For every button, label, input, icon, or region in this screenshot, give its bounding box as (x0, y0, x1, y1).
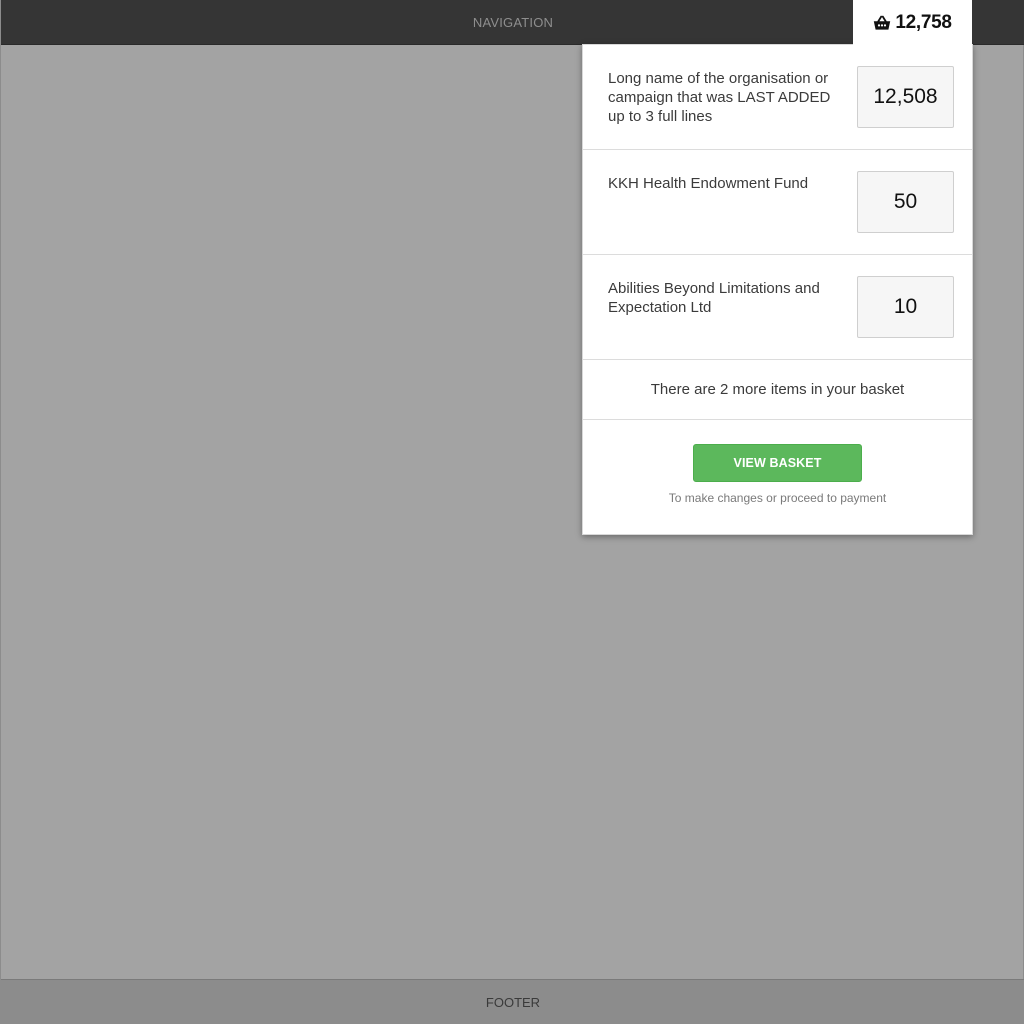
view-basket-hint: To make changes or proceed to payment (668, 491, 887, 505)
basket-actions: VIEW BASKET To make changes or proceed t… (583, 420, 972, 534)
basket-item-amount-input[interactable] (857, 276, 954, 338)
basket-dropdown: Long name of the organisation or campaig… (582, 44, 973, 535)
basket-toggle-button[interactable]: 12,758 (853, 0, 972, 45)
basket-item: Abilities Beyond Limitations and Expecta… (583, 255, 972, 360)
page-footer: FOOTER (1, 979, 1024, 1024)
basket-item-name: KKH Health Endowment Fund (608, 175, 809, 192)
basket-item-amount-input[interactable] (857, 66, 954, 128)
basket-item: KKH Health Endowment Fund (583, 150, 972, 255)
basket-item: Long name of the organisation or campaig… (583, 45, 972, 150)
more-items-notice: There are 2 more items in your basket (583, 360, 972, 420)
view-basket-button[interactable]: VIEW BASKET (693, 444, 862, 482)
basket-item-name: Long name of the organisation or campaig… (608, 70, 831, 125)
basket-item-amount-input[interactable] (857, 171, 954, 233)
basket-item-name: Abilities Beyond Limitations and Expecta… (608, 280, 820, 316)
page: NAVIGATION 12,758 Long name of the organ… (0, 0, 1024, 1024)
footer-label: FOOTER (485, 994, 541, 1010)
basket-icon (873, 15, 891, 31)
basket-total: 12,758 (895, 11, 952, 33)
